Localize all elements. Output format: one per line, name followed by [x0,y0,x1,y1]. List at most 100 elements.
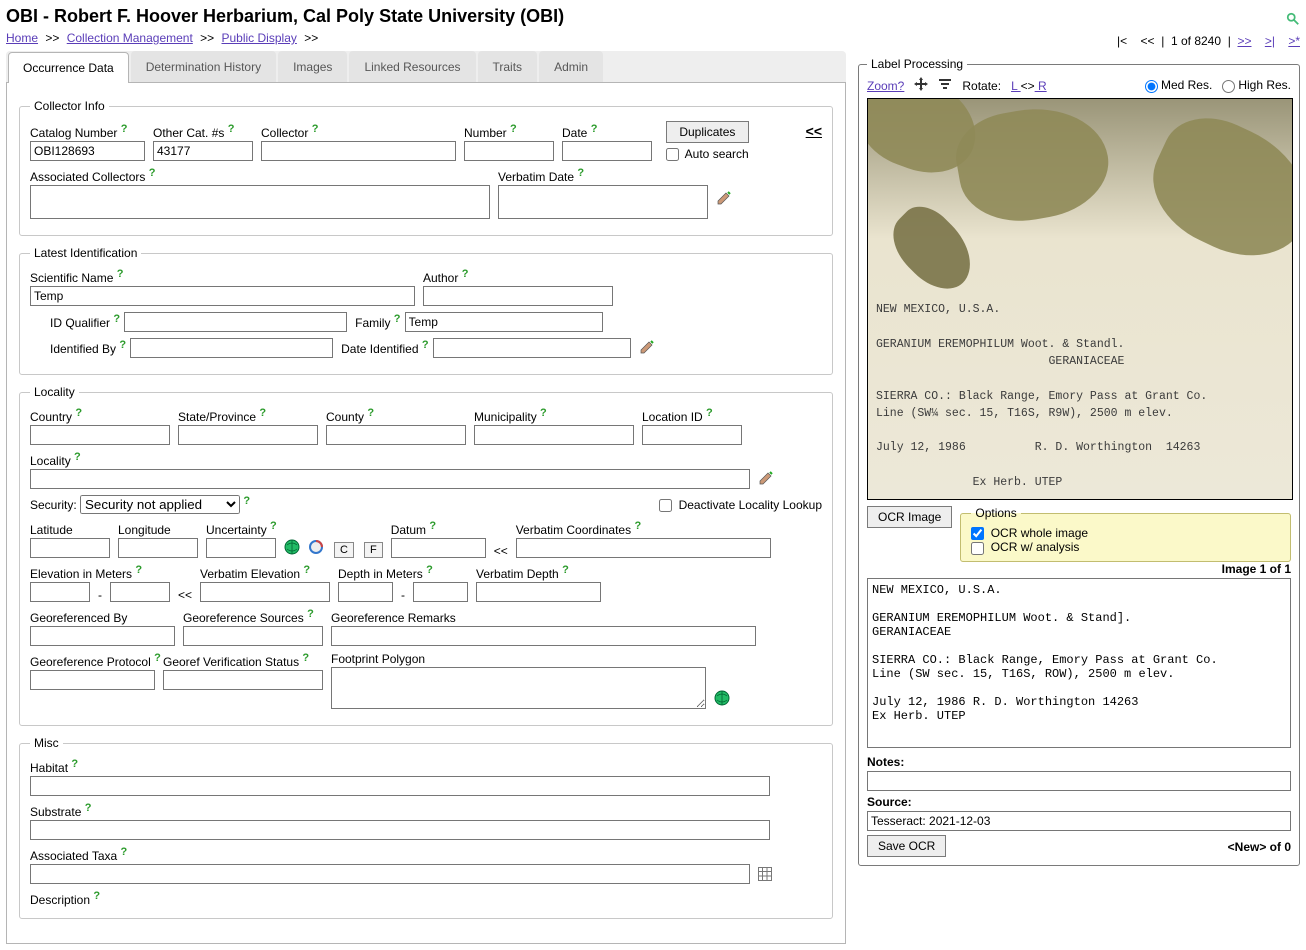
ocr-image-button[interactable]: OCR Image [867,506,952,528]
location-id-input[interactable] [642,425,742,445]
depth-min-input[interactable] [338,582,393,602]
tab-images[interactable]: Images [278,51,347,82]
magnifier-icon[interactable] [1286,12,1300,26]
elevation-back[interactable]: << [178,588,192,602]
pager-first[interactable]: |< [1117,34,1127,48]
family-input[interactable] [405,312,603,332]
help-icon[interactable]: ? [75,407,82,419]
pager-prev[interactable]: << [1141,34,1155,48]
notes-input[interactable] [867,771,1291,791]
state-input[interactable] [178,425,318,445]
tab-admin[interactable]: Admin [539,51,603,82]
help-icon[interactable]: ? [577,167,584,179]
catalog-number-input[interactable] [30,141,145,161]
help-icon[interactable]: ? [394,313,401,325]
help-icon[interactable]: ? [119,339,126,351]
municipality-input[interactable] [474,425,634,445]
help-icon[interactable]: ? [228,123,235,135]
help-icon[interactable]: ? [706,407,713,419]
help-icon[interactable]: ? [302,652,309,664]
help-icon[interactable]: ? [429,520,436,532]
ocr-analysis-checkbox[interactable] [971,542,984,555]
help-icon[interactable]: ? [74,451,81,463]
verbatim-depth-input[interactable] [476,582,601,602]
verbatim-coord-back[interactable]: << [494,544,508,558]
help-icon[interactable]: ? [540,407,547,419]
help-icon[interactable]: ? [93,890,100,902]
breadcrumb-public-display[interactable]: Public Display [222,31,297,45]
rotate-left[interactable]: L [1011,79,1021,93]
tab-linked-resources[interactable]: Linked Resources [349,51,475,82]
zoom-link[interactable]: Zoom? [867,79,904,93]
collector-input[interactable] [261,141,456,161]
help-icon[interactable]: ? [312,123,319,135]
substrate-input[interactable] [30,820,770,840]
breadcrumb-collection-management[interactable]: Collection Management [67,31,193,45]
pager-new[interactable]: >* [1288,34,1300,48]
help-icon[interactable]: ? [85,802,92,814]
help-icon[interactable]: ? [307,608,314,620]
globe-icon[interactable] [714,690,730,709]
duplicates-button[interactable]: Duplicates [666,121,749,143]
security-select[interactable]: Security not applied [80,495,240,514]
georeference-protocol-input[interactable] [30,670,155,690]
breadcrumb-home[interactable]: Home [6,31,38,45]
globe-icon[interactable] [284,539,300,558]
pager-next[interactable]: >> [1237,34,1251,48]
tab-determination-history[interactable]: Determination History [131,51,276,82]
geolocate-icon[interactable] [308,539,324,558]
county-input[interactable] [326,425,466,445]
verbatim-elevation-input[interactable] [200,582,330,602]
locality-input[interactable] [30,469,750,489]
georeference-remarks-input[interactable] [331,626,756,646]
deactivate-locality-lookup-checkbox[interactable] [659,499,672,512]
latitude-input[interactable] [30,538,110,558]
habitat-input[interactable] [30,776,770,796]
longitude-input[interactable] [118,538,198,558]
save-ocr-button[interactable]: Save OCR [867,835,946,857]
elevation-min-input[interactable] [30,582,90,602]
coord-f-button[interactable]: F [364,542,383,558]
auto-search-checkbox[interactable] [666,148,679,161]
med-res-radio[interactable] [1145,80,1158,93]
grid-icon[interactable] [758,867,772,884]
collector-collapse-toggle[interactable]: << [806,123,822,139]
identified-by-input[interactable] [130,338,333,358]
high-res-radio[interactable] [1222,80,1235,93]
help-icon[interactable]: ? [259,407,266,419]
number-input[interactable] [464,141,554,161]
ocr-text-area[interactable]: NEW MEXICO, U.S.A. GERANIUM EREMOPHILUM … [867,578,1291,748]
help-icon[interactable]: ? [117,268,124,280]
help-icon[interactable]: ? [270,520,277,532]
country-input[interactable] [30,425,170,445]
help-icon[interactable]: ? [71,758,78,770]
help-icon[interactable]: ? [367,407,374,419]
scientific-name-input[interactable] [30,286,415,306]
datum-input[interactable] [391,538,486,558]
rotate-right[interactable]: R [1035,79,1047,93]
author-input[interactable] [423,286,613,306]
tab-occurrence-data[interactable]: Occurrence Data [8,52,129,83]
lines-icon[interactable] [938,77,952,94]
pencil-icon[interactable] [639,339,655,358]
help-icon[interactable]: ? [591,123,598,135]
move-icon[interactable] [914,77,928,94]
tab-traits[interactable]: Traits [478,51,538,82]
help-icon[interactable]: ? [562,564,569,576]
help-icon[interactable]: ? [422,339,429,351]
pencil-icon[interactable] [716,190,732,209]
specimen-image[interactable]: NEW MEXICO, U.S.A. GERANIUM EREMOPHILUM … [867,98,1293,500]
help-icon[interactable]: ? [303,564,310,576]
help-icon[interactable]: ? [510,123,517,135]
other-catalog-input[interactable] [153,141,253,161]
associated-collectors-input[interactable] [30,185,490,219]
help-icon[interactable]: ? [634,520,641,532]
help-icon[interactable]: ? [154,652,161,664]
uncertainty-input[interactable] [206,538,276,558]
georeferenced-by-input[interactable] [30,626,175,646]
pencil-icon[interactable] [758,470,774,489]
source-input[interactable] [867,811,1291,831]
associated-taxa-input[interactable] [30,864,750,884]
help-icon[interactable]: ? [149,167,156,179]
help-icon[interactable]: ? [113,313,120,325]
